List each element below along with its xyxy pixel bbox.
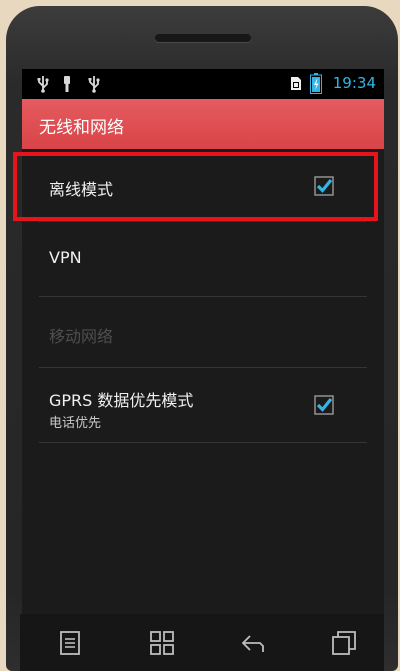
pref-gprs-priority[interactable]: GPRS 数据优先模式 电话优先 (22, 368, 384, 442)
status-bar: 19:34 (22, 69, 384, 99)
nav-bar (20, 614, 384, 671)
battery-icon (310, 73, 322, 94)
pref-title: VPN (49, 248, 82, 267)
recent-apps-icon (332, 631, 356, 655)
highlight-annotation (13, 152, 378, 221)
pref-vpn[interactable]: VPN (22, 222, 384, 296)
usb-icon (88, 76, 100, 93)
earpiece-speaker (155, 34, 251, 42)
back-icon (241, 635, 264, 652)
menu-button[interactable] (25, 614, 116, 671)
action-bar: 无线和网络 (22, 99, 384, 149)
pref-title: GPRS 数据优先模式 (49, 391, 194, 410)
status-clock: 19:34 (332, 74, 376, 92)
pref-title: 移动网络 (49, 327, 114, 346)
menu-icon (60, 631, 80, 655)
apps-icon (150, 631, 174, 655)
back-button[interactable] (207, 614, 298, 671)
recent-apps-button[interactable] (298, 614, 389, 671)
gprs-priority-checkbox[interactable] (314, 395, 334, 415)
divider (39, 442, 367, 443)
apps-button[interactable] (116, 614, 207, 671)
pref-summary: 电话优先 (49, 416, 102, 431)
sim-icon (291, 77, 301, 90)
pref-mobile-network: 移动网络 (22, 297, 384, 367)
usb-icon (64, 76, 70, 92)
page-title: 无线和网络 (39, 118, 124, 138)
usb-icon (37, 76, 49, 93)
